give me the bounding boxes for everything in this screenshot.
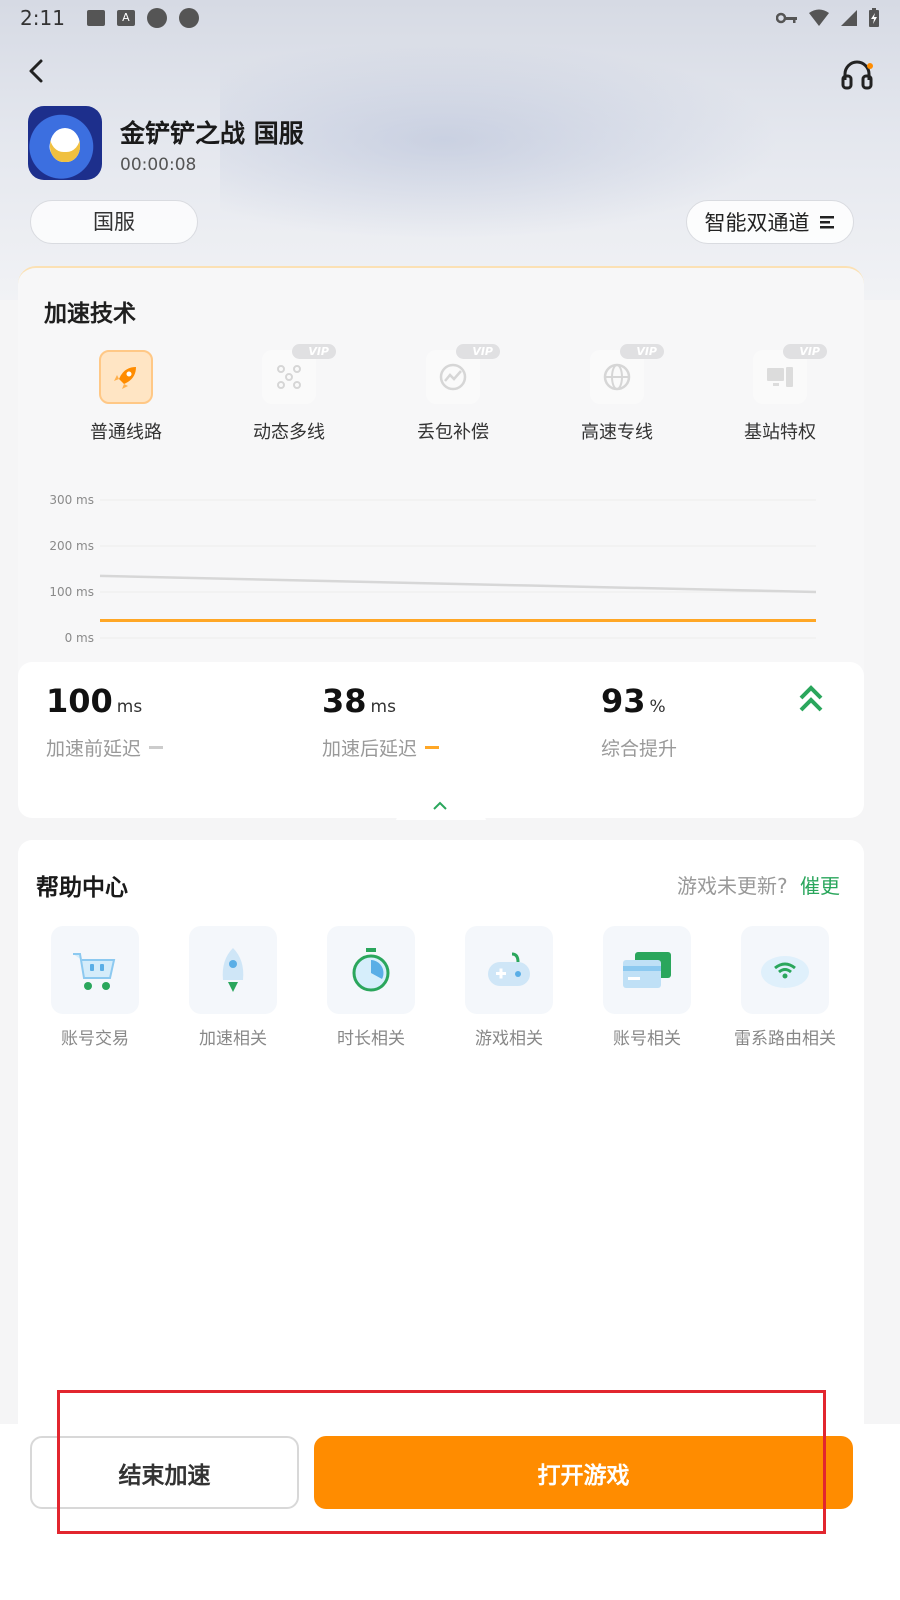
help-item-router[interactable]: 雷系路由相关: [720, 926, 850, 1049]
text-notification-icon: A: [116, 10, 135, 26]
improvement-unit: %: [649, 697, 666, 717]
region-selector[interactable]: 国服: [30, 200, 198, 244]
help-center-title: 帮助中心: [36, 875, 128, 901]
dot-notification-icon: [178, 8, 199, 28]
tech-item-high-speed[interactable]: VIP 高速专线: [557, 344, 677, 444]
latency-chart: 300 ms 200 ms 100 ms 0 ms: [49, 493, 817, 645]
router-icon: [741, 926, 829, 1014]
tech-label: 基站特权: [744, 422, 816, 443]
header-background: [0, 0, 900, 300]
tech-label: 普通线路: [90, 422, 162, 443]
game-title: 金铲铲之战 国服: [120, 119, 304, 148]
tech-item-normal-line[interactable]: 普通线路: [66, 350, 186, 444]
improvement: 93% 综合提升: [601, 682, 677, 761]
vip-badge: VIP: [456, 344, 500, 359]
help-item-label: 账号相关: [613, 1029, 681, 1049]
help-item-acceleration[interactable]: 加速相关: [168, 926, 298, 1049]
help-item-account-trade[interactable]: 账号交易: [30, 926, 160, 1049]
game-icon: [28, 106, 102, 180]
chart-y-tick-label: 200 ms: [49, 539, 94, 553]
headset-icon[interactable]: [840, 58, 874, 90]
list-icon: [819, 216, 834, 229]
mode-label: 智能双通道: [704, 211, 810, 235]
help-item-label: 游戏相关: [475, 1029, 543, 1049]
legend-orange-dash: [425, 746, 440, 749]
help-item-label: 账号交易: [61, 1029, 129, 1049]
latency-before: 100 ms 加速前延迟: [46, 682, 164, 761]
legend-gray-dash: [149, 746, 164, 749]
rocket-icon: [99, 350, 153, 404]
chart-y-tick-label: 0 ms: [65, 631, 94, 645]
image-notification-icon: [86, 10, 105, 26]
tech-label: 高速专线: [581, 422, 653, 443]
improvement-caption: 综合提升: [601, 738, 678, 760]
status-bar: 2:11 A: [0, 0, 900, 36]
base-station-icon: VIP: [753, 344, 827, 404]
battery-icon: [869, 8, 879, 27]
latency-after-unit: ms: [370, 697, 396, 717]
card-icon: [603, 926, 691, 1014]
multiline-icon: VIP: [262, 344, 336, 404]
latency-before-caption: 加速前延迟: [46, 738, 142, 760]
chart-y-tick-label: 300 ms: [49, 493, 94, 507]
vip-badge: VIP: [783, 344, 827, 359]
tech-item-packet-loss[interactable]: VIP 丢包补偿: [393, 344, 513, 444]
request-update-link[interactable]: 催更: [800, 870, 840, 899]
vpn-key-icon: [776, 12, 797, 24]
help-item-label: 雷系路由相关: [734, 1029, 836, 1049]
globe-icon: VIP: [590, 344, 664, 404]
mode-selector[interactable]: 智能双通道: [686, 200, 854, 244]
improvement-value: 93: [601, 682, 646, 720]
accel-tech-title: 加速技术: [44, 301, 136, 327]
rocket-icon: [189, 926, 277, 1014]
gamepad-icon: [465, 926, 553, 1014]
signal-icon: [841, 10, 857, 26]
dot-notification-icon: [146, 8, 167, 28]
help-item-game[interactable]: 游戏相关: [444, 926, 574, 1049]
tech-item-base-station[interactable]: VIP 基站特权: [720, 344, 840, 444]
game-update-question: 游戏未更新?: [677, 874, 788, 898]
wifi-icon: [809, 9, 829, 26]
vip-badge: VIP: [292, 344, 336, 359]
cart-icon: [51, 926, 139, 1014]
help-item-account[interactable]: 账号相关: [582, 926, 712, 1049]
chart-series-before: [99, 574, 817, 594]
open-game-button[interactable]: 打开游戏: [314, 1436, 853, 1509]
chevron-up-icon[interactable]: [432, 800, 448, 812]
latency-after-caption: 加速后延迟: [322, 738, 418, 760]
compensation-icon: VIP: [426, 344, 500, 404]
help-item-label: 加速相关: [199, 1029, 267, 1049]
tech-label: 丢包补偿: [417, 422, 489, 443]
status-time: 2:11: [20, 6, 65, 30]
help-item-duration[interactable]: 时长相关: [306, 926, 436, 1049]
tech-item-dynamic-multiline[interactable]: VIP 动态多线: [229, 344, 349, 444]
latency-after-value: 38: [322, 682, 367, 720]
chart-y-tick-label: 100 ms: [49, 585, 94, 599]
stopwatch-icon: [327, 926, 415, 1014]
double-up-arrow-icon: [799, 685, 823, 712]
back-arrow-icon[interactable]: [22, 56, 52, 86]
latency-before-value: 100: [46, 682, 113, 720]
latency-before-unit: ms: [116, 697, 143, 717]
latency-after: 38 ms 加速后延迟: [322, 682, 440, 761]
tech-label: 动态多线: [253, 422, 325, 443]
elapsed-timer: 00:00:08: [120, 155, 197, 175]
vip-badge: VIP: [620, 344, 664, 359]
help-item-label: 时长相关: [337, 1029, 405, 1049]
end-acceleration-button[interactable]: 结束加速: [30, 1436, 299, 1509]
